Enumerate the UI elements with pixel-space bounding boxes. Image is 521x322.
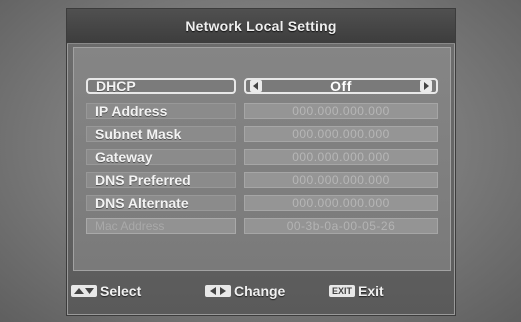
hint-change: Change xyxy=(205,283,285,299)
row-gateway[interactable]: Gateway 000.000.000.000 xyxy=(86,148,446,166)
gateway-label: Gateway xyxy=(86,149,236,165)
mac-address-value: 00-3b-0a-00-05-26 xyxy=(244,218,438,234)
dns-preferred-label: DNS Preferred xyxy=(86,172,236,188)
subnet-mask-field[interactable]: 000.000.000.000 xyxy=(244,126,438,142)
exit-key-icon: EXIT xyxy=(329,285,356,297)
left-right-arrows-icon xyxy=(205,285,231,297)
right-arrow-icon[interactable] xyxy=(420,80,432,92)
ip-address-field[interactable]: 000.000.000.000 xyxy=(244,103,438,119)
dns-alternate-field[interactable]: 000.000.000.000 xyxy=(244,195,438,211)
mac-address-label: Mac Address xyxy=(86,218,236,234)
osd-window: Network Local Setting DHCP Off IP Addres… xyxy=(66,8,456,316)
row-subnet-mask[interactable]: Subnet Mask 000.000.000.000 xyxy=(86,125,446,143)
row-mac-address: Mac Address 00-3b-0a-00-05-26 xyxy=(86,217,446,235)
subnet-mask-label: Subnet Mask xyxy=(86,126,236,142)
dhcp-value: Off xyxy=(330,78,352,94)
gateway-field[interactable]: 000.000.000.000 xyxy=(244,149,438,165)
row-dns-preferred[interactable]: DNS Preferred 000.000.000.000 xyxy=(86,171,446,189)
ip-address-label: IP Address xyxy=(86,103,236,119)
row-dhcp[interactable]: DHCP Off xyxy=(86,77,446,95)
up-down-arrows-icon xyxy=(71,285,97,297)
settings-panel: DHCP Off IP Address 000.000.000.000 Subn… xyxy=(73,47,451,271)
dhcp-selector[interactable]: Off xyxy=(244,78,438,94)
dns-preferred-field[interactable]: 000.000.000.000 xyxy=(244,172,438,188)
title-bar: Network Local Setting xyxy=(67,9,455,44)
hint-select: Select xyxy=(71,283,141,299)
dhcp-label: DHCP xyxy=(86,78,236,94)
hint-exit-label: Exit xyxy=(358,283,384,299)
left-arrow-icon[interactable] xyxy=(250,80,262,92)
row-dns-alternate[interactable]: DNS Alternate 000.000.000.000 xyxy=(86,194,446,212)
hint-change-label: Change xyxy=(234,283,286,299)
hint-exit: EXIT Exit xyxy=(329,283,384,299)
dns-alternate-label: DNS Alternate xyxy=(86,195,236,211)
hint-select-label: Select xyxy=(100,283,142,299)
row-ip-address[interactable]: IP Address 000.000.000.000 xyxy=(86,102,446,120)
page-title: Network Local Setting xyxy=(185,18,337,34)
footer-hints: Select Change EXIT Exit xyxy=(67,271,455,315)
